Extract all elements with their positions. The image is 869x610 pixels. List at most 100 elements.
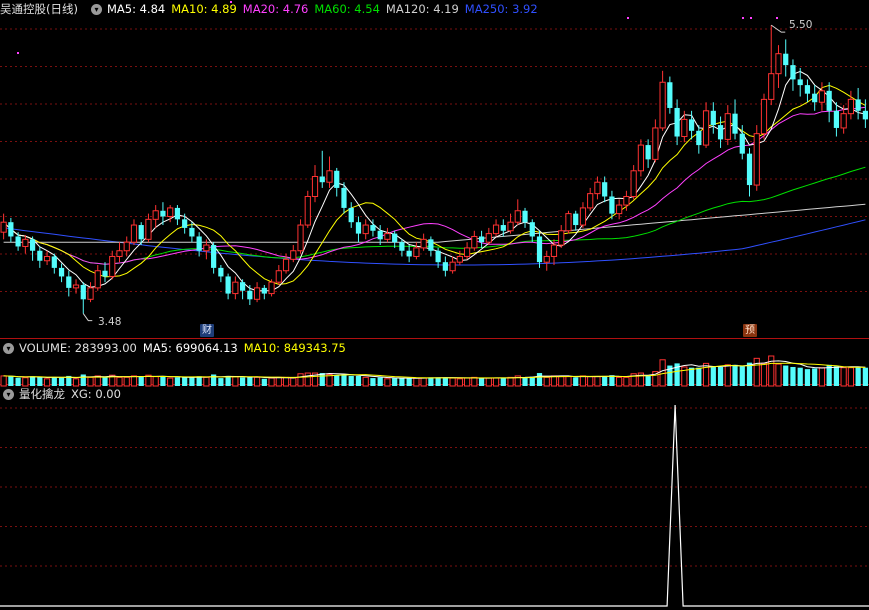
forecast-tag[interactable]: 预 <box>743 324 757 337</box>
volume-bar-down <box>160 376 166 386</box>
candle-body-down <box>667 82 673 108</box>
candle-body-down <box>218 267 224 277</box>
volume-bar-down <box>58 377 65 386</box>
candle-body-down <box>182 219 188 228</box>
candle-body-down <box>247 290 253 300</box>
candle-body-down <box>855 99 861 111</box>
candle-body-down <box>696 130 702 146</box>
candle-body-down <box>573 213 579 226</box>
candle-body-up <box>630 170 637 197</box>
candle-body-up <box>43 255 51 262</box>
volume-bar-down <box>500 378 506 386</box>
candle-body-down <box>370 225 376 231</box>
candle-body-up <box>304 195 311 226</box>
volume-bar-up <box>203 376 210 387</box>
candle-body-up <box>550 244 558 257</box>
volume-bar-up <box>304 372 311 387</box>
candle-body-down <box>674 107 680 137</box>
candle-body-up <box>768 73 775 100</box>
volume-bar-up <box>116 376 123 387</box>
panel-toggle-icon[interactable]: ▾ <box>3 389 14 400</box>
volume-bar-up <box>282 376 290 387</box>
volume-bar-up <box>847 367 855 387</box>
volume-bar-down <box>174 377 181 386</box>
candle-body-up <box>616 204 623 215</box>
candle-body-down <box>341 187 347 208</box>
volume-bar-up <box>253 376 261 387</box>
candle-body-up <box>492 224 500 235</box>
volume-bar-up <box>297 373 304 387</box>
candle-body-down <box>37 250 43 261</box>
volume-bar-up <box>840 367 847 387</box>
volume-bar-up <box>623 376 630 387</box>
volume-bar-up <box>384 378 391 387</box>
candle-body-down <box>261 287 267 294</box>
volume-bar-down <box>406 378 412 386</box>
candle-body-down <box>29 239 36 251</box>
xg-signal-line <box>0 404 869 607</box>
volume-bar-down <box>239 377 246 386</box>
candle-body-down <box>529 222 535 237</box>
candle-body-up <box>123 241 130 252</box>
candle-body-up <box>558 230 565 246</box>
candle-body-down <box>319 176 325 183</box>
financial-report-tag[interactable]: 财 <box>200 324 214 337</box>
candle-body-up <box>167 207 174 217</box>
candle-body-down <box>334 170 340 188</box>
volume-bar-up <box>550 375 558 387</box>
candle-body-up <box>579 207 587 226</box>
candle-body-down <box>428 239 434 251</box>
volume-bar-up <box>543 376 550 387</box>
candle-body-down <box>399 242 405 251</box>
candle-body-down <box>58 267 65 277</box>
volume-bar-down <box>855 366 861 386</box>
candle-body-up <box>413 247 420 257</box>
candle-body-up <box>326 170 333 183</box>
volume-bar-up <box>290 377 297 387</box>
candle-body-down <box>833 110 840 128</box>
volume-bar-up <box>123 376 130 387</box>
candle-body-up <box>311 175 319 197</box>
candle-body-up <box>485 233 492 243</box>
volume-bar-down <box>790 366 796 386</box>
volume-bar-up <box>775 363 782 387</box>
volume-bar-up <box>130 375 138 387</box>
ma-legend-item: MA10: 4.89 <box>171 2 237 16</box>
candle-body-up <box>565 213 572 232</box>
panel-toggle-icon[interactable]: ▾ <box>3 343 14 354</box>
candle-body-down <box>211 245 217 268</box>
volume-bar-down <box>435 377 441 386</box>
volume-bar-up <box>167 377 174 387</box>
volume-bar-up <box>449 377 456 387</box>
volume-bar-down <box>370 378 376 386</box>
volume-bar-down <box>804 369 811 386</box>
candle-body-up <box>760 98 768 135</box>
ma-legend-list: MA5: 4.84 MA10: 4.89 MA20: 4.76 MA60: 4.54 M… <box>107 1 544 18</box>
volume-bar-down <box>442 377 448 386</box>
candle-body-up <box>587 193 594 209</box>
candle-body-down <box>377 230 383 240</box>
volume-bar-down <box>812 368 818 386</box>
kline-chart[interactable] <box>0 0 869 610</box>
volume-bar-up <box>768 355 775 387</box>
candle-body-up <box>282 258 290 272</box>
candle-body-up <box>818 90 826 103</box>
candle-body-down <box>80 285 86 300</box>
candle-body-down <box>645 145 651 160</box>
volume-label: VOLUME: 283993.00 <box>19 341 137 355</box>
volume-bar-down <box>783 365 789 386</box>
volume-bar-down <box>8 376 14 386</box>
volume-bar-up <box>43 378 51 387</box>
volume-bar-up <box>22 377 29 387</box>
volume-bar-up <box>485 377 492 387</box>
volume-bar-down <box>645 375 651 386</box>
candle-body-down <box>15 236 21 247</box>
candle-body-up <box>0 221 7 233</box>
candle-body-down <box>174 207 181 220</box>
volume-bar-up <box>760 362 768 387</box>
volume-bar-down <box>573 377 579 386</box>
candle-body-down <box>392 233 398 243</box>
candle-body-up <box>724 113 731 140</box>
volume-bar-down <box>29 376 36 386</box>
panel-toggle-icon[interactable]: ▾ <box>90 4 102 15</box>
